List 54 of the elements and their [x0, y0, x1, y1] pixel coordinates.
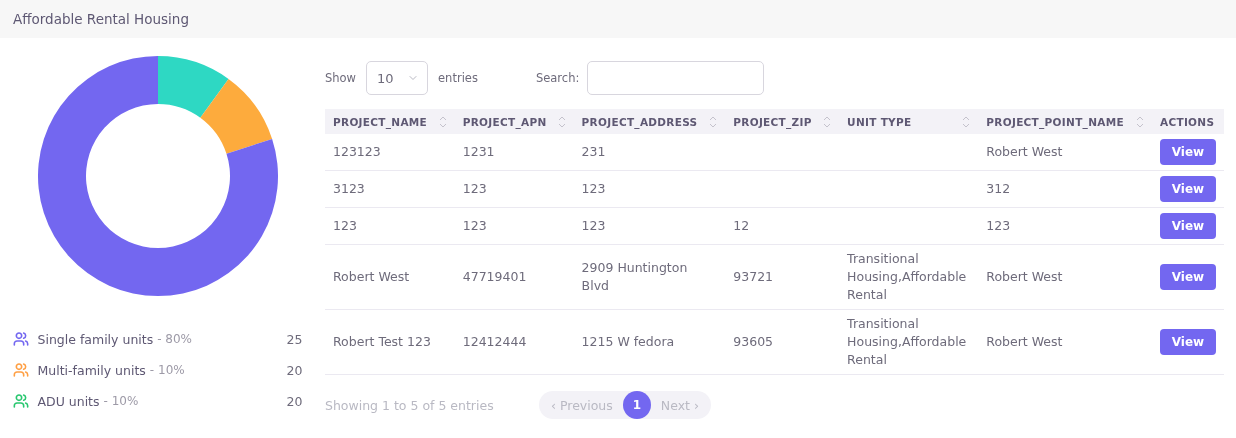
table-cell: 231	[573, 134, 726, 171]
legend-percent: - 10%	[103, 394, 139, 408]
search-field[interactable]	[587, 61, 765, 95]
table-cell: 47719401	[454, 244, 574, 310]
table-cell: 3123	[325, 170, 455, 208]
table-cell: 12	[725, 207, 840, 245]
page-size-select[interactable]: 10	[366, 61, 429, 95]
column-header[interactable]: UNIT TYPE	[839, 109, 979, 134]
column-header[interactable]: PROJECT_ZIP	[725, 109, 840, 134]
table-cell: Transitional Housing,Affordable Rental	[839, 309, 979, 375]
table-cell: 93721	[725, 244, 840, 310]
column-header[interactable]: PROJECT_POINT_NAME	[978, 109, 1152, 134]
column-header[interactable]: PROJECT_ADDRESS	[573, 109, 726, 134]
table-cell: 312	[978, 170, 1152, 208]
legend-percent: - 80%	[157, 332, 192, 346]
table-cell: 123	[573, 170, 726, 208]
view-button[interactable]: View	[1160, 329, 1216, 355]
table-cell: 1215 W fedora	[573, 309, 726, 375]
page-title: Affordable Rental Housing	[0, 0, 1236, 38]
legend-count: 20	[286, 393, 303, 409]
legend-label: Multi-family units	[37, 362, 146, 378]
table-cell: Robert West	[978, 309, 1152, 375]
table-cell: 93605	[725, 309, 840, 375]
column-header[interactable]: PROJECT_NAME	[325, 109, 455, 134]
column-header[interactable]: PROJECT_APN	[454, 109, 574, 134]
legend-label: ADU units	[37, 393, 100, 409]
table-cell: 12412444	[454, 309, 574, 375]
view-button[interactable]: View	[1160, 139, 1216, 165]
view-button[interactable]: View	[1160, 264, 1216, 290]
legend-count: 20	[286, 362, 303, 378]
table-cell: 1231	[454, 134, 574, 171]
table-cell: 123	[454, 170, 574, 208]
legend-percent: - 10%	[149, 363, 185, 377]
table-cell: 123	[573, 207, 726, 245]
table-cell: 123123	[325, 134, 455, 171]
table-cell: 2909 Huntington Blvd	[573, 244, 726, 310]
column-header[interactable]: ACTIONS	[1152, 109, 1224, 134]
view-button[interactable]: View	[1160, 176, 1216, 202]
table-cell: 123	[454, 207, 574, 245]
table-cell: Robert West	[978, 134, 1152, 171]
show-label: Show	[325, 71, 357, 85]
table-cell: Robert West	[325, 244, 455, 310]
legend-count: 25	[286, 331, 303, 347]
entries-info: Showing 1 to 5 of 5 entries	[325, 397, 495, 413]
entries-label: entries	[438, 71, 478, 85]
table-cell: Robert West	[978, 244, 1152, 310]
search-label: Search:	[535, 71, 580, 85]
legend-label: Single family units	[37, 331, 154, 347]
table-cell: 123	[978, 207, 1152, 245]
page-number[interactable]: 1	[622, 391, 651, 419]
table-cell: Robert Test 123	[325, 309, 455, 375]
table-cell: 123	[325, 207, 455, 245]
view-button[interactable]: View	[1160, 213, 1216, 239]
table-cell: Transitional Housing,Affordable Rental	[839, 244, 979, 310]
